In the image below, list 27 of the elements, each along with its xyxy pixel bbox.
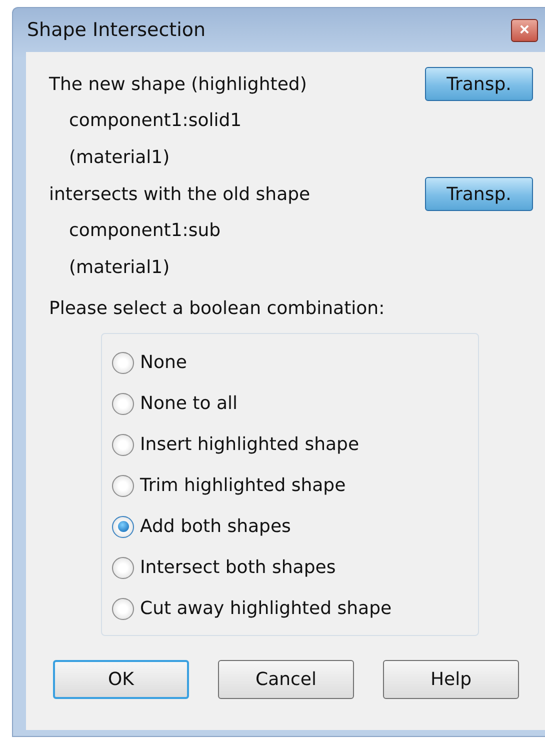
radio-option[interactable]: None to all bbox=[112, 383, 478, 424]
dialog-button[interactable]: OK bbox=[53, 660, 189, 699]
material-name: (material1) bbox=[69, 146, 171, 170]
shape-name: component1:solid1 bbox=[69, 109, 243, 133]
radio-option[interactable]: Add both shapes bbox=[112, 506, 478, 547]
radio-icon[interactable] bbox=[112, 352, 134, 374]
radio-icon[interactable] bbox=[112, 598, 134, 620]
transparency-button[interactable]: Transp. bbox=[425, 67, 533, 101]
radio-icon[interactable] bbox=[112, 556, 134, 578]
material-name: (material1) bbox=[69, 256, 171, 280]
radio-icon[interactable] bbox=[112, 474, 134, 496]
radio-icon[interactable] bbox=[112, 516, 134, 538]
dialog-button[interactable]: Cancel bbox=[218, 660, 354, 699]
radio-option[interactable]: Trim highlighted shape bbox=[112, 465, 478, 506]
shape-name: component1:sub bbox=[69, 219, 222, 243]
dialog-button[interactable]: Help bbox=[383, 660, 519, 699]
radio-option[interactable]: Cut away highlighted shape bbox=[112, 588, 478, 629]
prompt-text: Please select a boolean combination: bbox=[49, 298, 386, 319]
transparency-button[interactable]: Transp. bbox=[425, 177, 533, 211]
radio-icon[interactable] bbox=[112, 392, 134, 414]
shape-label: The new shape (highlighted) bbox=[49, 74, 307, 94]
radio-option[interactable]: Insert highlighted shape bbox=[112, 424, 478, 465]
radio-option[interactable]: Intersect both shapes bbox=[112, 547, 478, 588]
shape-label: intersects with the old shape bbox=[49, 184, 310, 204]
radio-icon[interactable] bbox=[112, 434, 134, 456]
radio-option[interactable]: None bbox=[112, 342, 478, 383]
window-title: Shape Intersection bbox=[27, 19, 206, 41]
